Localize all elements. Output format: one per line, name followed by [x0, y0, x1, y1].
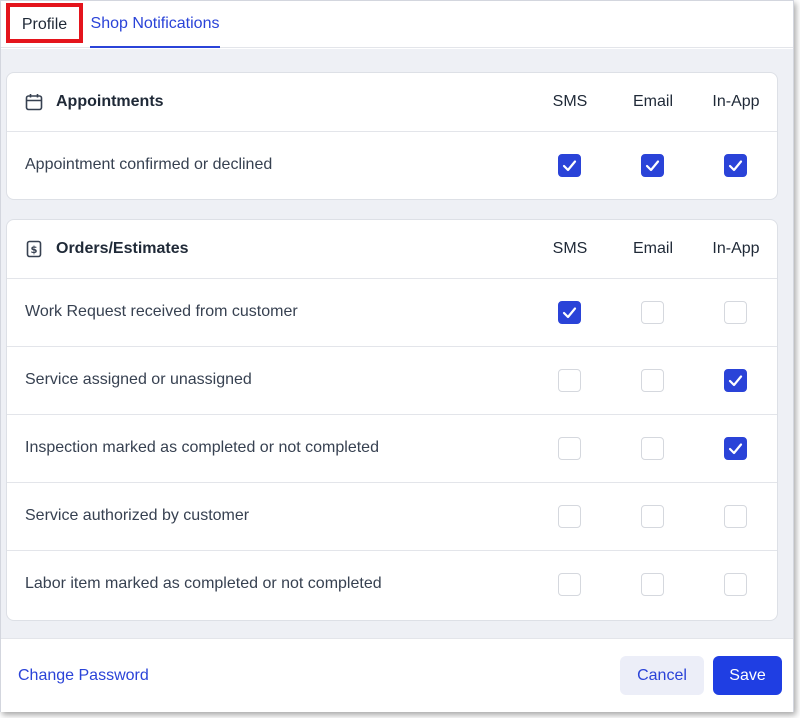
section-title: Appointments: [56, 93, 164, 110]
checkmark-icon: [728, 375, 743, 387]
notification-label: Work Request received from customer: [25, 303, 298, 320]
inapp-checkbox[interactable]: [724, 573, 747, 596]
notification-settings-window: Profile Shop Notifications Appointments …: [0, 0, 794, 712]
email-checkbox[interactable]: [641, 573, 664, 596]
column-email: Email: [632, 240, 673, 257]
appointments-card: Appointments SMS Email In-App Appointmen…: [6, 72, 778, 200]
column-sms: SMS: [552, 240, 588, 257]
footer-bar: Change Password Cancel Save: [1, 640, 793, 712]
inapp-checkbox[interactable]: [724, 154, 747, 177]
orders-estimates-header: $ Orders/Estimates SMS Email In-App: [7, 220, 777, 279]
dollar-document-icon: $: [26, 240, 42, 258]
sms-checkbox[interactable]: [558, 154, 581, 177]
inapp-checkbox[interactable]: [724, 369, 747, 392]
inapp-checkbox[interactable]: [724, 505, 747, 528]
column-sms: SMS: [552, 93, 588, 110]
notification-label: Labor item marked as completed or not co…: [25, 575, 382, 592]
notification-row: Service assigned or unassigned: [7, 347, 777, 415]
tab-profile[interactable]: Profile: [6, 3, 83, 43]
svg-text:$: $: [31, 245, 38, 256]
calendar-icon: [25, 94, 43, 111]
appointments-header: Appointments SMS Email In-App: [7, 73, 777, 132]
notification-row: Inspection marked as completed or not co…: [7, 415, 777, 483]
checkmark-icon: [562, 307, 577, 319]
email-checkbox[interactable]: [641, 154, 664, 177]
tab-bar: Profile Shop Notifications: [1, 1, 793, 48]
email-checkbox[interactable]: [641, 505, 664, 528]
section-title: Orders/Estimates: [56, 240, 189, 257]
tab-shop-notifications[interactable]: Shop Notifications: [90, 1, 220, 48]
inapp-checkbox[interactable]: [724, 301, 747, 324]
checkmark-icon: [728, 160, 743, 172]
checkmark-icon: [645, 160, 660, 172]
notification-row: Labor item marked as completed or not co…: [7, 551, 777, 619]
notification-label: Appointment confirmed or declined: [25, 156, 273, 173]
save-button[interactable]: Save: [713, 656, 782, 695]
inapp-checkbox[interactable]: [724, 437, 747, 460]
notification-label: Service assigned or unassigned: [25, 371, 252, 388]
sms-checkbox[interactable]: [558, 369, 581, 392]
checkmark-icon: [728, 443, 743, 455]
sms-checkbox[interactable]: [558, 301, 581, 324]
email-checkbox[interactable]: [641, 437, 664, 460]
column-email: Email: [632, 93, 673, 110]
notification-label: Service authorized by customer: [25, 507, 250, 524]
notification-label: Inspection marked as completed or not co…: [25, 439, 379, 456]
orders-estimates-card: $ Orders/Estimates SMS Email In-App Work…: [6, 219, 778, 621]
email-checkbox[interactable]: [641, 369, 664, 392]
sms-checkbox[interactable]: [558, 505, 581, 528]
checkmark-icon: [562, 160, 577, 172]
email-checkbox[interactable]: [641, 301, 664, 324]
notification-row: Service authorized by customer: [7, 483, 777, 551]
notification-row: Appointment confirmed or declined: [7, 132, 777, 199]
sms-checkbox[interactable]: [558, 437, 581, 460]
column-inapp: In-App: [712, 93, 760, 110]
column-inapp: In-App: [712, 240, 760, 257]
notifications-content: Appointments SMS Email In-App Appointmen…: [1, 49, 793, 639]
notification-row: Work Request received from customer: [7, 279, 777, 347]
sms-checkbox[interactable]: [558, 573, 581, 596]
change-password-link[interactable]: Change Password: [18, 640, 149, 712]
cancel-button[interactable]: Cancel: [620, 656, 704, 695]
